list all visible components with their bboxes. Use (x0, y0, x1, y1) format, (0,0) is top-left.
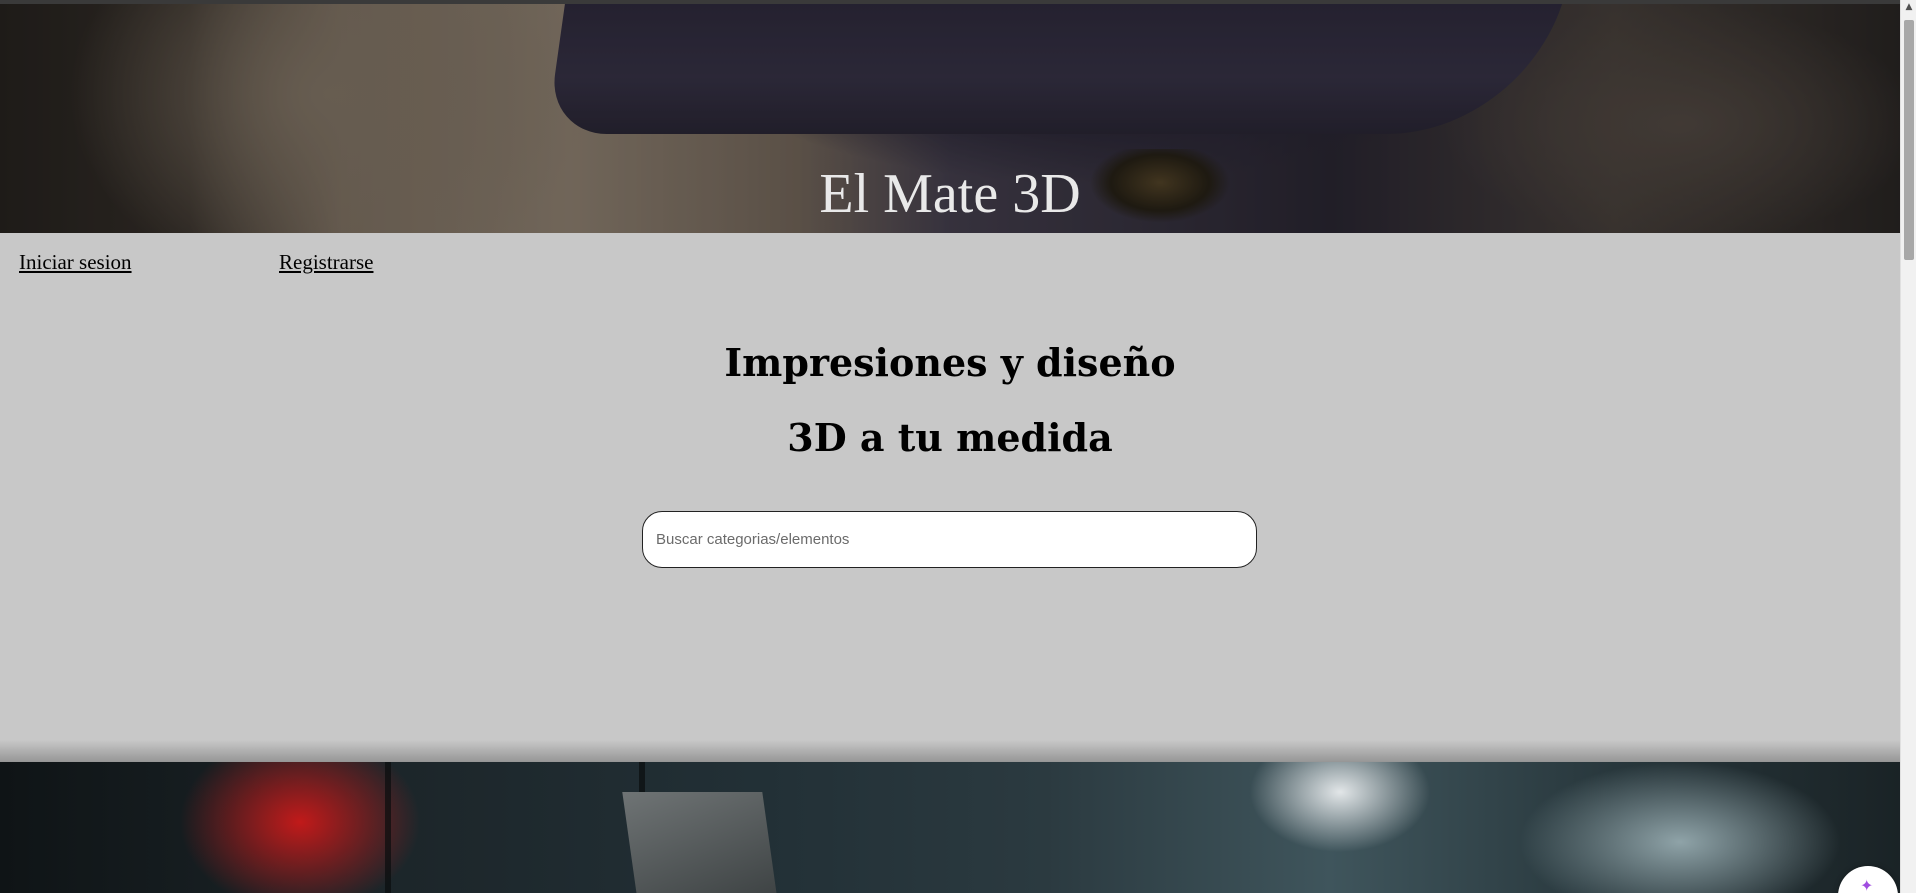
printer-body-image (622, 792, 778, 893)
page-scrollbar[interactable]: ▲ (1900, 0, 1916, 893)
site-title: El Mate 3D (819, 163, 1081, 225)
scroll-up-arrow-icon[interactable]: ▲ (1904, 2, 1914, 12)
headline-line-1: Impresiones y diseño (724, 340, 1176, 385)
printer-frame-image (385, 762, 645, 893)
auth-nav: Iniciar sesion Registrarse (19, 250, 373, 275)
search-box (642, 511, 1257, 568)
search-input[interactable] (642, 511, 1257, 568)
section-divider-shadow (0, 740, 1900, 762)
printers-banner-image (0, 762, 1900, 893)
headline-line-2: 3D a tu medida (787, 415, 1113, 460)
chat-widget-icon: ✦ (1860, 876, 1874, 893)
scroll-thumb[interactable] (1904, 20, 1914, 260)
login-link[interactable]: Iniciar sesion (19, 250, 279, 275)
register-link[interactable]: Registrarse (279, 250, 373, 275)
hero-banner: El Mate 3D (0, 4, 1900, 233)
